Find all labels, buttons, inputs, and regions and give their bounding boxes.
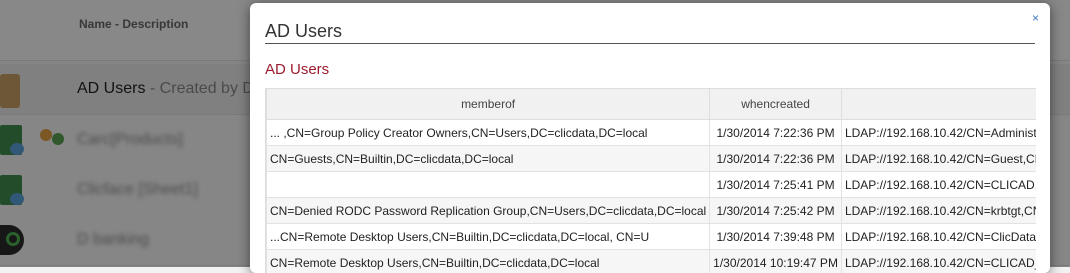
cell-adspath: LDAP://192.168.10.42/CN=ClicData User,CN… xyxy=(841,224,1036,250)
data-table: memberof whencreated adspath CN=Group Po… xyxy=(266,88,1036,273)
table-row[interactable]: CN=Guests,CN=Builtin,DC=clicdata,DC=loca… xyxy=(267,146,1037,172)
cell-adspath: LDAP://192.168.10.42/CN=Guest,CN=Users,D… xyxy=(841,146,1036,172)
cell-whencreated: 1/30/2014 7:22:36 PM xyxy=(710,146,842,172)
table-row[interactable]: CN=Group Policy Creator Owners,CN=Users,… xyxy=(267,120,1037,146)
ad-users-dialog: AD Users × AD Users memberof whencreated… xyxy=(250,3,1050,273)
cell-memberof: CN=Remote Desktop Users,CN=Builtin,DC=cl… xyxy=(267,224,710,250)
column-header-whencreated[interactable]: whencreated xyxy=(710,89,842,120)
column-header-memberof[interactable]: memberof xyxy=(267,89,710,120)
dialog-title: AD Users xyxy=(265,21,342,42)
cell-memberof: CN=Guests,CN=Builtin,DC=clicdata,DC=loca… xyxy=(267,146,710,172)
data-grid[interactable]: memberof whencreated adspath CN=Group Po… xyxy=(265,88,1036,273)
cell-whencreated: 1/30/2014 7:39:48 PM xyxy=(710,224,842,250)
cell-memberof xyxy=(267,172,710,198)
cell-whencreated: 1/30/2014 7:25:42 PM xyxy=(710,198,842,224)
cell-whencreated: 1/30/2014 10:19:47 PM xyxy=(710,250,842,273)
title-divider xyxy=(265,43,1035,44)
close-icon[interactable]: × xyxy=(1032,11,1039,25)
cell-adspath: LDAP://192.168.10.42/CN=CLICAD,OU=Domain… xyxy=(841,172,1036,198)
cell-adspath: LDAP://192.168.10.42/CN=Administrator,CN… xyxy=(841,120,1036,146)
cell-memberof: CN=Denied RODC Password Replication Grou… xyxy=(267,198,710,224)
column-header-adspath[interactable]: adspath xyxy=(841,89,1036,120)
cell-adspath: LDAP://192.168.10.42/CN=krbtgt,CN=Users,… xyxy=(841,198,1036,224)
table-row[interactable]: CN=Remote Desktop Users,CN=Builtin,DC=cl… xyxy=(267,224,1037,250)
cell-memberof: CN=Remote Desktop Users,CN=Builtin,DC=cl… xyxy=(267,250,710,273)
cell-whencreated: 1/30/2014 7:25:41 PM xyxy=(710,172,842,198)
table-row[interactable]: CN=Denied RODC Password Replication Grou… xyxy=(267,198,1037,224)
cell-memberof: CN=Group Policy Creator Owners,CN=Users,… xyxy=(267,120,710,146)
table-row[interactable]: CN=Remote Desktop Users,CN=Builtin,DC=cl… xyxy=(267,250,1037,273)
cell-whencreated: 1/30/2014 7:22:36 PM xyxy=(710,120,842,146)
section-title: AD Users xyxy=(265,61,329,78)
table-row[interactable]: 1/30/2014 7:25:41 PM LDAP://192.168.10.4… xyxy=(267,172,1037,198)
cell-adspath: LDAP://192.168.10.42/CN=CLICAD_CLIENT,CN… xyxy=(841,250,1036,273)
